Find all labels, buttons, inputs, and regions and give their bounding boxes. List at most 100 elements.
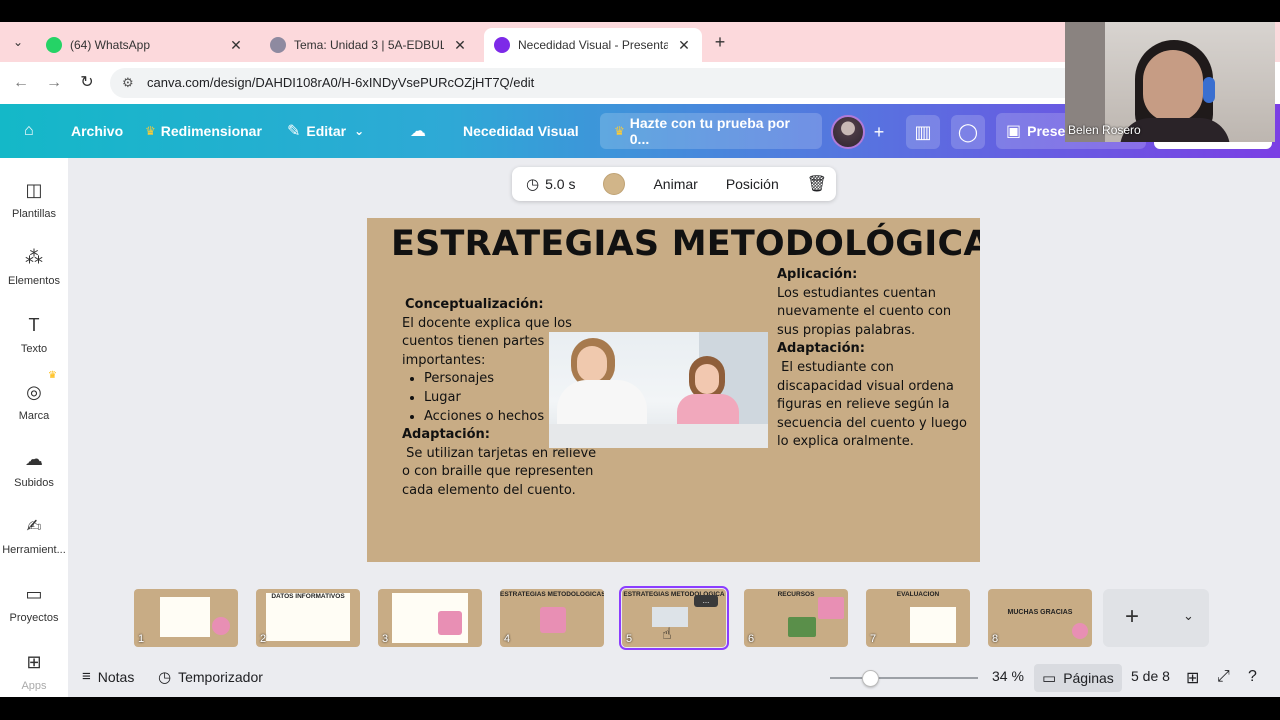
zoom-level[interactable]: 34 % xyxy=(992,668,1024,684)
sidebar-item-apps[interactable]: ⊞ Apps xyxy=(0,652,68,691)
more-options-icon[interactable]: ... xyxy=(694,595,718,607)
thumbnail-number: 3 xyxy=(382,633,389,645)
resize-button[interactable]: ♛ Redimensionar xyxy=(145,104,262,158)
site-settings-icon[interactable]: ⚙ xyxy=(122,75,134,91)
uploads-icon: ☁ xyxy=(25,449,43,469)
thumb-paper xyxy=(160,597,210,637)
tab-label: Tema: Unidad 3 | 5A-EDBUL-M2 xyxy=(294,38,444,52)
sidebar-item-text[interactable]: T Texto xyxy=(0,315,68,375)
thumbnail-page-8[interactable]: MUCHAS GRACIAS 8 xyxy=(988,589,1092,647)
tab-label: Necedidad Visual - Presentación xyxy=(518,38,668,52)
thumbnail-page-5[interactable]: ESTRATEGIAS METODOLÓGICA ... 5 xyxy=(619,586,729,650)
close-icon[interactable]: ✕ xyxy=(452,37,468,54)
templates-icon: ◫ xyxy=(25,180,43,200)
position-button[interactable]: Posición xyxy=(712,176,793,192)
tab-unidad[interactable]: Tema: Unidad 3 | 5A-EDBUL-M2 ✕ xyxy=(260,28,478,62)
close-icon[interactable]: ✕ xyxy=(228,37,244,54)
design-title[interactable]: Necedidad Visual xyxy=(463,104,579,158)
thumb-image xyxy=(788,617,816,637)
comment-icon[interactable]: ◯ xyxy=(951,115,985,149)
sidebar-item-elements[interactable]: ⁂ Elementos xyxy=(0,247,68,307)
address-bar[interactable]: ⚙ canva.com/design/DAHDI108rA0/H-6xINDyV… xyxy=(110,68,1210,98)
left-sidebar: ◫ Plantillas ⁂ Elementos T Texto ◎ Marca… xyxy=(0,158,68,697)
screen-bottom-border xyxy=(0,697,1280,720)
pages-icon: ▭ xyxy=(1042,670,1057,687)
sidebar-item-label: Marca xyxy=(18,410,50,422)
forward-icon[interactable]: → xyxy=(43,72,65,94)
sidebar-item-brand[interactable]: ◎ Marca xyxy=(0,382,68,442)
thumbnail-number: 7 xyxy=(870,633,877,645)
slide-title[interactable]: ESTRATEGIAS METODOLÓGICAS xyxy=(391,224,980,264)
pages-button[interactable]: ▭ Páginas xyxy=(1034,664,1122,692)
notes-button[interactable]: ≡ Notas xyxy=(82,668,134,685)
zoom-slider-handle[interactable] xyxy=(861,670,879,687)
conceptualization-heading: Conceptualización: xyxy=(405,297,544,312)
trial-button[interactable]: ♛ Hazte con tu prueba por 0... xyxy=(600,113,822,149)
sidebar-item-templates[interactable]: ◫ Plantillas xyxy=(0,180,68,240)
back-icon[interactable]: ← xyxy=(10,72,32,94)
animate-button[interactable]: Animar xyxy=(639,176,711,192)
file-menu[interactable]: Archivo xyxy=(71,104,123,158)
fullscreen-icon[interactable]: ⤢ xyxy=(1217,668,1230,686)
clock-icon: ◷ xyxy=(526,176,540,193)
tab-canva-active[interactable]: Necedidad Visual - Presentación ✕ xyxy=(484,28,702,62)
page-thumbnails: 1 DATOS INFORMATIVOS 2 3 ESTRATEGIAS MET… xyxy=(130,586,1130,652)
thumb-image xyxy=(818,597,844,619)
resize-label: Redimensionar xyxy=(160,123,262,139)
cloud-sync-icon[interactable]: ☁ xyxy=(410,104,432,158)
trash-icon[interactable]: 🗑 xyxy=(793,174,841,194)
home-icon[interactable]: ⌂ xyxy=(24,104,40,158)
add-page-button[interactable]: + ⌄ xyxy=(1103,589,1209,647)
webcam-face xyxy=(1143,50,1203,122)
color-button[interactable] xyxy=(589,173,639,195)
slide-canvas[interactable]: ESTRATEGIAS METODOLÓGICAS Conceptualizac… xyxy=(367,218,980,562)
sidebar-item-label: Apps xyxy=(21,680,47,691)
duration-button[interactable]: ◷ 5.0 s xyxy=(512,175,589,193)
reload-icon[interactable]: ↻ xyxy=(76,72,98,94)
pages-label: Páginas xyxy=(1063,670,1114,686)
thumbnail-number: 8 xyxy=(992,633,999,645)
thumb-table xyxy=(910,607,956,643)
text-icon: T xyxy=(28,315,40,335)
bottom-bar: ≡ Notas ◷ Temporizador 34 % ▭ Páginas 5 … xyxy=(68,660,1280,697)
close-icon[interactable]: ✕ xyxy=(676,37,692,54)
sidebar-item-uploads[interactable]: ☁ Subidos xyxy=(0,449,68,509)
sidebar-item-label: Texto xyxy=(20,343,48,355)
sidebar-item-tools[interactable]: ✍ Herramient... xyxy=(0,516,68,576)
grid-view-icon[interactable]: ⊞ xyxy=(1186,668,1199,688)
sidebar-item-projects[interactable]: ▭ Proyectos xyxy=(0,584,68,644)
sidebar-item-label: Plantillas xyxy=(11,208,57,220)
thumbnail-page-4[interactable]: ESTRATEGIAS METODOLÓGICAS 4 xyxy=(500,589,604,647)
avatar[interactable] xyxy=(831,115,865,149)
pencil-icon: ✎ xyxy=(287,123,301,140)
tab-whatsapp[interactable]: (64) WhatsApp ✕ xyxy=(36,28,254,62)
thumb-flowers xyxy=(212,617,230,635)
analytics-icon[interactable]: ▥ xyxy=(906,115,940,149)
teacher-child-photo[interactable] xyxy=(549,332,768,448)
tab-search-chevron-icon[interactable]: ⌄ xyxy=(8,32,28,52)
thumbnail-title: DATOS INFORMATIVOS xyxy=(271,593,345,600)
notes-icon: ≡ xyxy=(82,668,91,685)
thumb-photo xyxy=(438,611,462,635)
thumbnail-page-2[interactable]: DATOS INFORMATIVOS 2 xyxy=(256,589,360,647)
edit-menu[interactable]: ✎ Editar ⌄ xyxy=(287,104,364,158)
moodle-icon xyxy=(270,37,286,53)
webcam-name: Belen Rosero xyxy=(1068,123,1141,137)
chevron-down-icon[interactable]: ⌄ xyxy=(1183,608,1194,624)
timer-button[interactable]: ◷ Temporizador xyxy=(158,668,263,686)
screen-top-border xyxy=(0,0,1280,22)
application-heading: Aplicación: xyxy=(777,267,858,282)
help-icon[interactable]: ? xyxy=(1248,668,1257,686)
new-tab-icon[interactable]: + xyxy=(710,32,730,53)
thumbnail-page-3[interactable]: 3 xyxy=(378,589,482,647)
thumbnail-page-1[interactable]: 1 xyxy=(134,589,238,647)
zoom-slider[interactable] xyxy=(830,677,978,679)
thumbnail-page-7[interactable]: EVALUACIÓN 7 xyxy=(866,589,970,647)
thumbnail-number: 5 xyxy=(626,633,633,645)
projects-icon: ▭ xyxy=(25,584,43,604)
add-collaborator-icon[interactable]: + xyxy=(862,115,896,149)
timer-label: Temporizador xyxy=(178,669,263,685)
right-text-box[interactable]: Aplicación: Los estudiantes cuentan nuev… xyxy=(777,266,967,452)
thumbnail-page-6[interactable]: RECURSOS 6 xyxy=(744,589,848,647)
notes-label: Notas xyxy=(97,668,135,685)
